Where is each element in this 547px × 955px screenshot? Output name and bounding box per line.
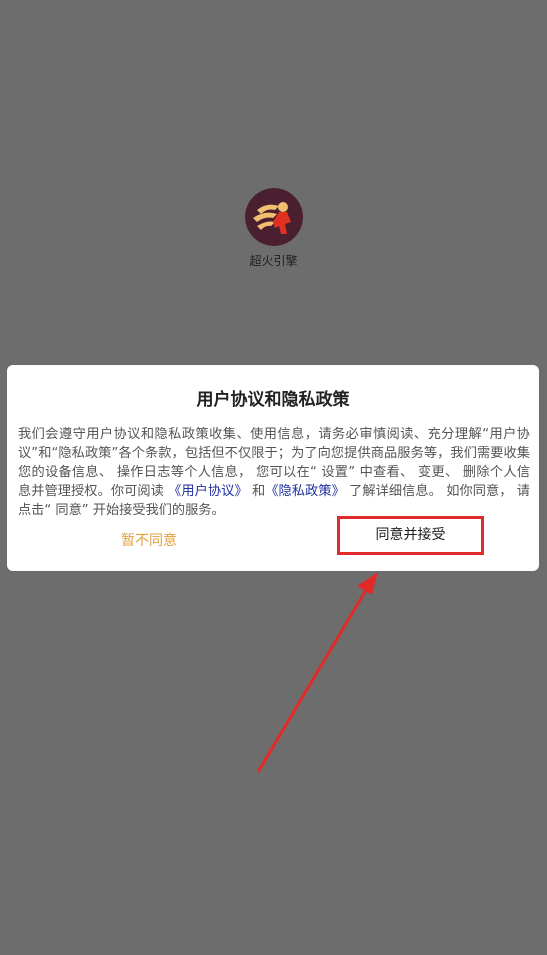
splash-header: 超火引擎 <box>0 188 547 269</box>
dialog-body: 我们会遵守用户协议和隐私政策收集、使用信息，请务必审慎阅读、充分理解“用户协议”… <box>18 425 530 520</box>
user-agreement-link[interactable]: 《用户协议》 <box>168 484 248 499</box>
privacy-dialog: 用户协议和隐私政策 我们会遵守用户协议和隐私政策收集、使用信息，请务必审慎阅读、… <box>7 365 539 571</box>
app-name: 超火引擎 <box>249 254 298 268</box>
privacy-policy-link[interactable]: 《隐私政策》 <box>265 484 345 499</box>
disagree-button[interactable]: 暂不同意 <box>107 529 191 553</box>
and-text: 和 <box>247 484 266 499</box>
agree-button[interactable]: 同意并接受 <box>337 516 484 555</box>
dialog-title: 用户协议和隐私政策 <box>196 390 350 410</box>
app-logo-icon <box>244 188 303 246</box>
